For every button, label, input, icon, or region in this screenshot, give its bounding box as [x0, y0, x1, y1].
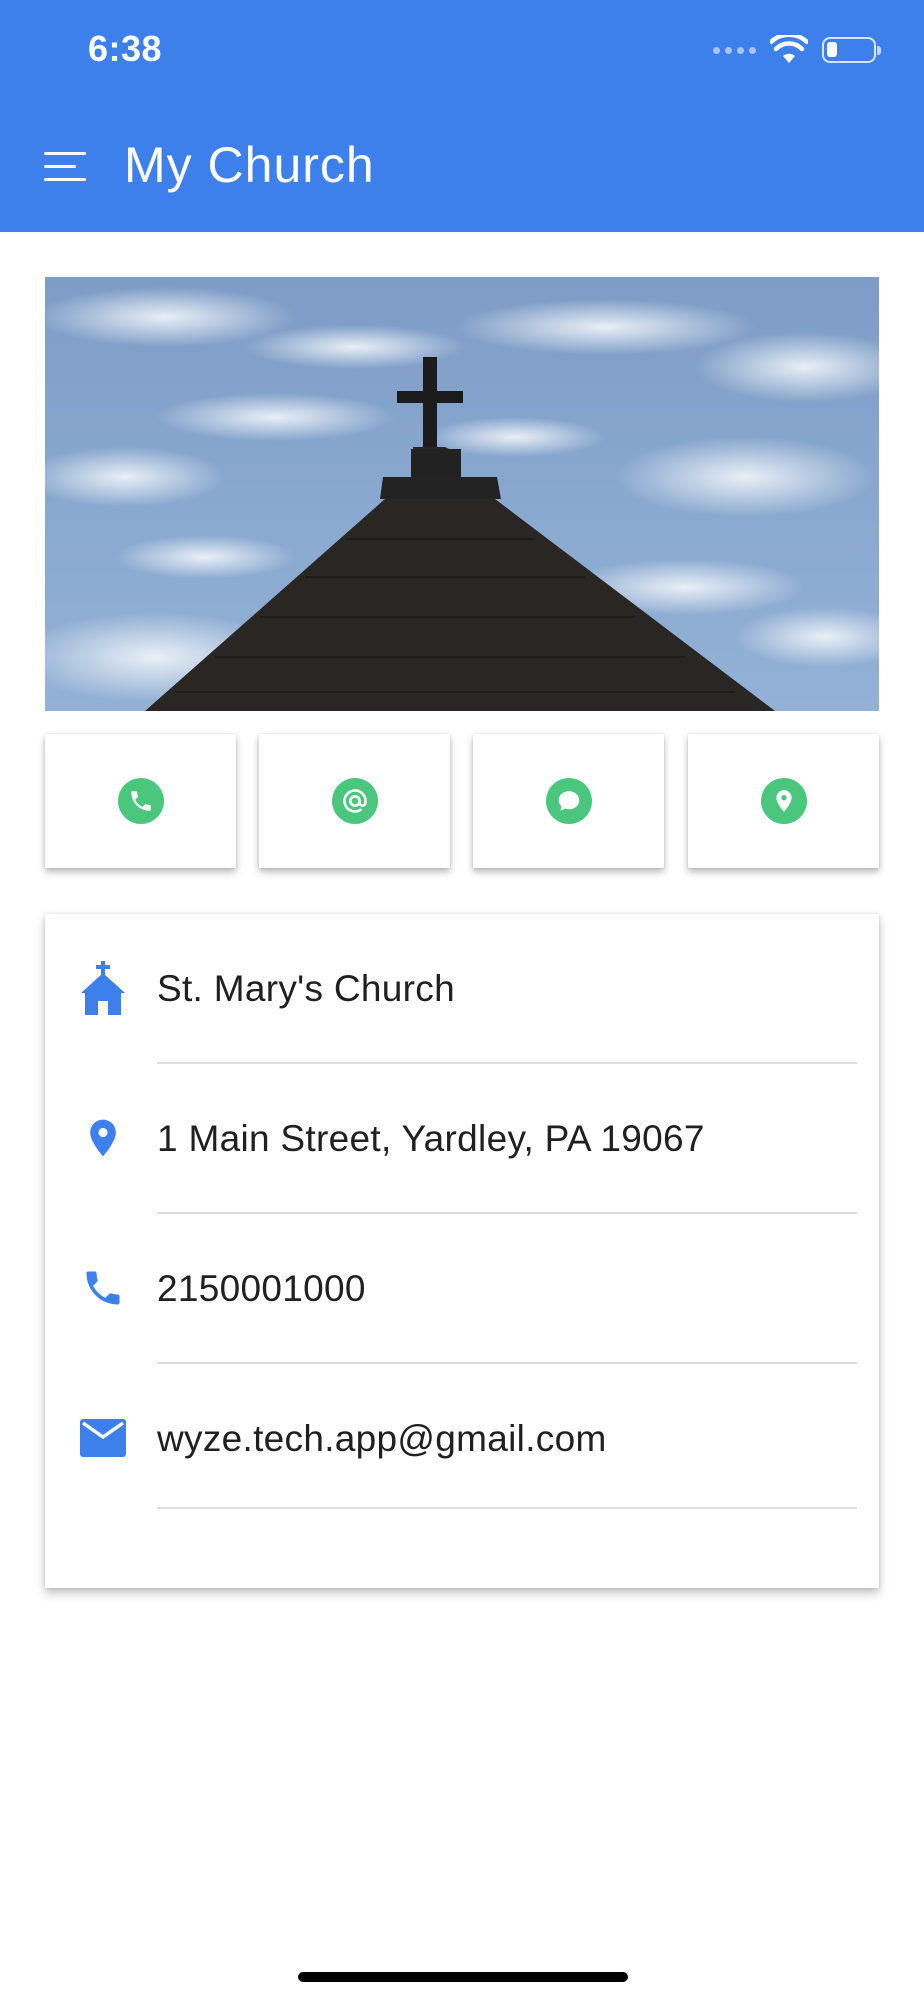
divider [157, 1507, 857, 1509]
home-indicator[interactable] [298, 1972, 628, 1982]
church-hero-image [45, 277, 879, 711]
email-button[interactable] [259, 734, 450, 868]
status-icons [713, 32, 881, 68]
info-row-address[interactable]: 1 Main Street, Yardley, PA 19067 [45, 1064, 879, 1214]
chat-bubble-icon [545, 778, 592, 824]
hamburger-menu-icon[interactable] [44, 148, 88, 184]
wifi-icon [770, 35, 808, 63]
church-name: St. Mary's Church [157, 968, 455, 1009]
status-time: 6:38 [88, 28, 163, 69]
church-phone: 2150001000 [157, 1268, 366, 1309]
church-icon [77, 961, 129, 1015]
info-row-phone[interactable]: 2150001000 [45, 1214, 879, 1364]
location-pin-icon [760, 778, 807, 824]
location-pin-icon [77, 1112, 129, 1164]
info-row-email[interactable]: wyze.tech.app@gmail.com [45, 1364, 879, 1509]
page-title: My Church [124, 137, 375, 193]
church-email: wyze.tech.app@gmail.com [157, 1418, 607, 1459]
battery-icon [822, 37, 881, 63]
quick-actions-row [45, 734, 879, 868]
info-row-name: St. Mary's Church [45, 914, 879, 1064]
phone-icon [77, 1262, 129, 1314]
at-sign-icon [331, 778, 378, 824]
app-header: 6:38 My Church [0, 0, 924, 232]
map-button[interactable] [688, 734, 879, 868]
app-screen: 6:38 My Church St. Mary's Church 1 Main … [0, 0, 924, 2000]
church-address: 1 Main Street, Yardley, PA 19067 [157, 1118, 705, 1159]
phone-icon [117, 778, 164, 824]
message-button[interactable] [473, 734, 664, 868]
church-info-card: St. Mary's Church 1 Main Street, Yardley… [45, 914, 879, 1588]
mail-icon [77, 1412, 129, 1464]
cellular-signal-icon [713, 46, 756, 54]
call-button[interactable] [45, 734, 236, 868]
